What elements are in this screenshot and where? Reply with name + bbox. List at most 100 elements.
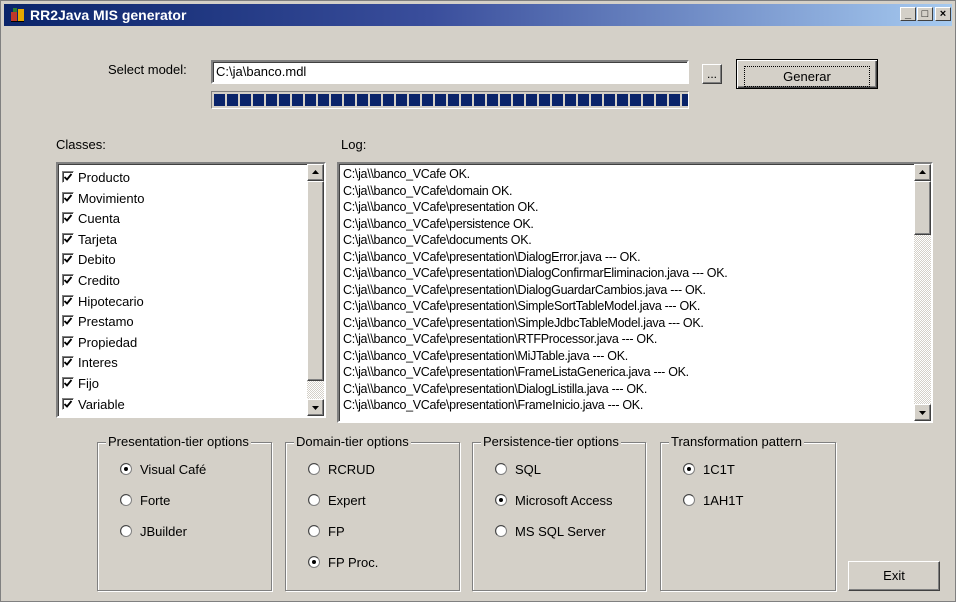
- checkbox[interactable]: [62, 377, 74, 389]
- radio-label: SQL: [515, 462, 542, 477]
- radio-icon[interactable]: [120, 494, 132, 506]
- checkbox[interactable]: [62, 335, 74, 348]
- generate-button[interactable]: Generar: [736, 59, 878, 89]
- class-item-label: Tarjeta: [78, 231, 118, 247]
- class-item-label: Prestamo: [78, 314, 134, 330]
- radio-option[interactable]: 1C1T: [683, 461, 735, 479]
- checkbox[interactable]: [62, 253, 74, 266]
- checkbox[interactable]: [62, 274, 74, 286]
- class-item[interactable]: Credito: [62, 271, 120, 291]
- class-item[interactable]: Tarjeta: [62, 230, 117, 250]
- log-scroll-down-button[interactable]: [914, 404, 931, 421]
- checkbox[interactable]: [62, 171, 74, 183]
- maximize-icon: □: [921, 8, 929, 20]
- checkmark-icon: [63, 400, 73, 408]
- class-item[interactable]: Prestamo: [62, 312, 134, 332]
- radio-option[interactable]: MS SQL Server: [495, 523, 606, 541]
- radio-option[interactable]: Expert: [308, 492, 366, 510]
- arrow-up-icon: [919, 170, 926, 174]
- radio-option[interactable]: Visual Café: [120, 461, 206, 479]
- checkbox[interactable]: [62, 315, 74, 328]
- radio-icon[interactable]: [683, 463, 695, 475]
- domain-options-group: Domain-tier options RCRUD Expert FP FP Proc…: [285, 434, 460, 591]
- radio-option[interactable]: SQL: [495, 461, 541, 479]
- log-line: C:\ja\\banco_VCafe\presentation\SimpleSo…: [343, 299, 701, 313]
- radio-icon[interactable]: [495, 463, 507, 475]
- log-scrollbar[interactable]: [914, 164, 931, 421]
- checkmark-icon: [63, 317, 73, 326]
- scroll-down-button[interactable]: [307, 399, 324, 416]
- class-item[interactable]: Movimiento: [62, 189, 144, 209]
- class-item[interactable]: Interes: [62, 353, 118, 373]
- radio-option[interactable]: 1AH1T: [683, 492, 743, 510]
- radio-option[interactable]: JBuilder: [120, 523, 187, 541]
- radio-icon[interactable]: [495, 525, 507, 537]
- log-line: C:\ja\\banco_VCafe\presentation\FrameIni…: [343, 398, 644, 412]
- checkmark-icon: [63, 379, 73, 387]
- radio-icon[interactable]: [308, 494, 320, 506]
- title-bar[interactable]: RR2Java MIS generator _ □ ×: [4, 4, 952, 26]
- model-path-input[interactable]: [213, 62, 689, 81]
- minimize-button[interactable]: _: [900, 7, 916, 21]
- class-item-label: Hipotecario: [78, 293, 144, 309]
- checkbox[interactable]: [62, 397, 74, 410]
- scroll-up-button[interactable]: [307, 164, 324, 181]
- progress-bar: [211, 91, 689, 109]
- radio-icon[interactable]: [308, 463, 320, 475]
- class-item[interactable]: Cuenta: [62, 209, 120, 229]
- progress-fill: [214, 94, 688, 106]
- checkbox[interactable]: [62, 232, 74, 245]
- main-window: RR2Java MIS generator _ □ × Select model…: [0, 0, 956, 602]
- checkmark-icon: [63, 173, 73, 181]
- arrow-up-icon: [312, 170, 319, 174]
- radio-label: RCRUD: [328, 462, 375, 477]
- checkbox[interactable]: [62, 356, 74, 369]
- classes-scroll-thumb[interactable]: [307, 181, 324, 381]
- class-item[interactable]: Debito: [62, 250, 116, 270]
- checkmark-icon: [63, 235, 73, 243]
- class-item[interactable]: Variable: [62, 395, 125, 415]
- radio-option[interactable]: Forte: [120, 492, 170, 510]
- select-model-label: Select model:: [108, 62, 187, 77]
- radio-option[interactable]: RCRUD: [308, 461, 375, 479]
- generate-button-label: Generar: [744, 65, 870, 87]
- checkbox[interactable]: [62, 212, 74, 225]
- checkmark-icon: [63, 255, 73, 264]
- radio-icon[interactable]: [120, 525, 132, 537]
- classes-list[interactable]: Producto Movimiento Cuenta Tarjeta Debito Cre…: [56, 162, 326, 418]
- log-line: C:\ja\\banco_VCafe\presentation\SimpleJd…: [343, 315, 704, 330]
- class-item[interactable]: Hipotecario: [62, 292, 144, 312]
- class-item[interactable]: Producto: [62, 168, 130, 188]
- class-item-label: Producto: [78, 170, 131, 185]
- log-scroll-thumb[interactable]: [914, 181, 931, 235]
- class-item[interactable]: Propiedad: [62, 333, 137, 353]
- checkmark-icon: [63, 338, 73, 346]
- class-item-label: Movimiento: [78, 190, 145, 206]
- minimize-icon: _: [904, 8, 912, 20]
- checkmark-icon: [63, 194, 73, 202]
- checkbox[interactable]: [62, 191, 74, 204]
- classes-scrollbar[interactable]: [307, 164, 324, 416]
- domain-options-title: Domain-tier options: [294, 434, 411, 449]
- radio-icon[interactable]: [308, 525, 320, 537]
- window-title: RR2Java MIS generator: [30, 7, 187, 23]
- checkbox[interactable]: [62, 294, 74, 307]
- close-icon: ×: [939, 8, 947, 20]
- radio-icon[interactable]: [683, 494, 695, 506]
- class-item[interactable]: Fijo: [62, 374, 99, 394]
- browse-button[interactable]: ...: [702, 64, 722, 84]
- exit-button[interactable]: Exit: [848, 561, 940, 591]
- model-path-field[interactable]: [211, 60, 689, 84]
- radio-option[interactable]: Microsoft Access: [495, 492, 613, 510]
- radio-label: 1AH1T: [703, 493, 744, 508]
- radio-icon[interactable]: [120, 463, 132, 475]
- radio-icon[interactable]: [495, 494, 507, 506]
- close-button[interactable]: ×: [935, 7, 951, 21]
- log-list[interactable]: C:\ja\\banco_VCafe OK. C:\ja\\banco_VCafe…: [337, 162, 933, 423]
- log-scroll-up-button[interactable]: [914, 164, 931, 181]
- maximize-button[interactable]: □: [917, 7, 933, 21]
- radio-option[interactable]: FP Proc.: [308, 554, 378, 572]
- persistence-options-title: Persistence-tier options: [481, 434, 621, 449]
- radio-icon[interactable]: [308, 556, 320, 568]
- radio-option[interactable]: FP: [308, 523, 345, 541]
